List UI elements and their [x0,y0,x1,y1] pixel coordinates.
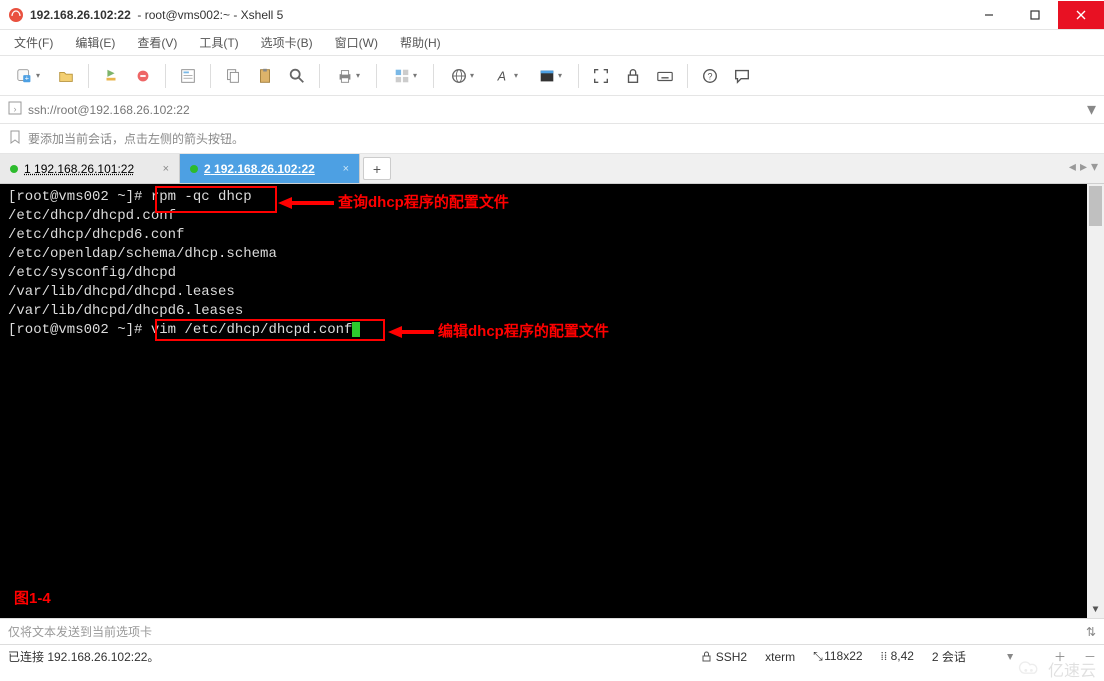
titlebar: 192.168.26.102:22 - root@vms002:~ - Xshe… [0,0,1104,30]
status-size: ⤡ 118x22 [813,649,862,664]
encoding-button[interactable]: ▾ [442,62,482,90]
terminal-output-line: /etc/dhcp/dhcpd6.conf [8,227,184,243]
paste-button[interactable] [251,62,279,90]
status-ssh: SSH2 [701,650,747,664]
terminal-output-line: /etc/sysconfig/dhcpd [8,265,176,281]
session-tab-1[interactable]: 1 192.168.26.101:22 × [0,154,180,183]
separator [376,64,377,88]
color-scheme-button[interactable]: ▾ [530,62,570,90]
terminal-cursor [352,322,360,337]
fullscreen-button[interactable] [587,62,615,90]
terminal-output-line: /etc/openldap/schema/dhcp.schema [8,246,277,262]
disconnect-button[interactable] [129,62,157,90]
separator [88,64,89,88]
address-icon: › [8,101,22,118]
bookmark-icon[interactable] [8,130,22,147]
separator [165,64,166,88]
svg-text:+: + [25,73,29,82]
status-dot-icon [10,165,18,173]
window-title-app: root@vms002:~ - Xshell 5 [145,8,284,22]
addressbar: › ssh://root@192.168.26.102:22 ▾ [0,96,1104,124]
layout-button[interactable]: ▾ [385,62,425,90]
terminal-output-line: /etc/dhcp/dhcpd.conf [8,208,176,224]
print-button[interactable]: ▾ [328,62,368,90]
properties-button[interactable] [174,62,202,90]
figure-label: 图1-4 [14,589,51,608]
send-bar[interactable]: 仅将文本发送到当前选项卡 ⇅ [0,618,1104,644]
menu-edit[interactable]: 编辑(E) [71,32,119,53]
tab-nav: ◂ ▸ ▾ [1069,158,1098,175]
terminal-cmd-2: vim /etc/dhcp/dhcpd.conf [151,322,353,338]
terminal[interactable]: [root@vms002 ~]# rpm -qc dhcp /etc/dhcp/… [0,184,1104,618]
help-button[interactable]: ? [696,62,724,90]
reconnect-button[interactable] [97,62,125,90]
font-button[interactable]: A▾ [486,62,526,90]
session-tab-2[interactable]: 2 192.168.26.102:22 × [180,154,360,183]
tabstrip: 1 192.168.26.101:22 × 2 192.168.26.102:2… [0,154,1104,184]
terminal-cmd-1: rpm -qc dhcp [151,189,252,205]
send-hint: 仅将文本发送到当前选项卡 [8,623,152,640]
infobar: 要添加当前会话，点击左侧的箭头按钮。 [0,124,1104,154]
svg-text:›: › [14,104,17,114]
infobar-hint: 要添加当前会话，点击左侧的箭头按钮。 [28,130,244,147]
app-icon [8,7,24,23]
status-term: xterm [765,650,795,664]
window-title-ip: 192.168.26.102:22 [30,8,131,22]
status-sessions: 2 会话 [932,648,966,665]
maximize-button[interactable] [1012,1,1058,29]
menu-help[interactable]: 帮助(H) [396,32,445,53]
status-pos: ⁞⁞ 8,42 [881,649,914,664]
menu-window[interactable]: 窗口(W) [331,32,382,53]
terminal-scrollbar[interactable]: ▲ ▼ [1087,184,1104,618]
close-button[interactable] [1058,1,1104,29]
open-session-button[interactable] [52,62,80,90]
status-dot-icon [190,165,198,173]
copy-button[interactable] [219,62,247,90]
watermark: 亿速云 [1016,657,1096,681]
separator [687,64,688,88]
minimize-button[interactable] [966,1,1012,29]
separator [319,64,320,88]
send-dropdown-icon[interactable]: ⇅ [1086,625,1096,639]
keyboard-button[interactable] [651,62,679,90]
svg-text:A: A [497,69,506,83]
separator [433,64,434,88]
find-button[interactable] [283,62,311,90]
feedback-button[interactable] [728,62,756,90]
statusbar: 已连接 192.168.26.102:22。 SSH2 xterm ⤡ 118x… [0,644,1104,668]
menubar: 文件(F) 编辑(E) 查看(V) 工具(T) 选项卡(B) 窗口(W) 帮助(… [0,30,1104,56]
scroll-down-icon[interactable]: ▼ [1087,601,1104,618]
menu-file[interactable]: 文件(F) [10,32,57,53]
window-buttons [966,1,1104,29]
add-tab-button[interactable]: + [363,157,391,180]
address-url[interactable]: ssh://root@192.168.26.102:22 [28,103,1096,117]
separator [210,64,211,88]
terminal-content: [root@vms002 ~]# rpm -qc dhcp /etc/dhcp/… [0,184,1104,344]
window-title: 192.168.26.102:22 - root@vms002:~ - Xshe… [30,8,283,22]
toolbar: +▾ ▾ ▾ ▾ A▾ ▾ ? [0,56,1104,96]
terminal-output-line: /var/lib/dhcpd/dhcpd6.leases [8,303,243,319]
terminal-output-line: /var/lib/dhcpd/dhcpd.leases [8,284,235,300]
address-add-button[interactable]: ▾ [1087,99,1096,120]
lock-button[interactable] [619,62,647,90]
scrollbar-thumb[interactable] [1089,186,1102,226]
menu-tools[interactable]: 工具(T) [195,32,242,53]
menu-tabs[interactable]: 选项卡(B) [257,32,317,53]
status-connected: 已连接 192.168.26.102:22。 [8,648,159,665]
separator [578,64,579,88]
tab-prev-button[interactable]: ◂ [1069,158,1076,175]
svg-text:?: ? [707,71,712,81]
tab-close-icon[interactable]: × [163,163,169,175]
tab-close-icon[interactable]: × [343,163,349,175]
tab-next-button[interactable]: ▸ [1080,158,1087,175]
menu-view[interactable]: 查看(V) [133,32,181,53]
new-session-button[interactable]: +▾ [8,62,48,90]
tab-list-button[interactable]: ▾ [1091,158,1098,175]
